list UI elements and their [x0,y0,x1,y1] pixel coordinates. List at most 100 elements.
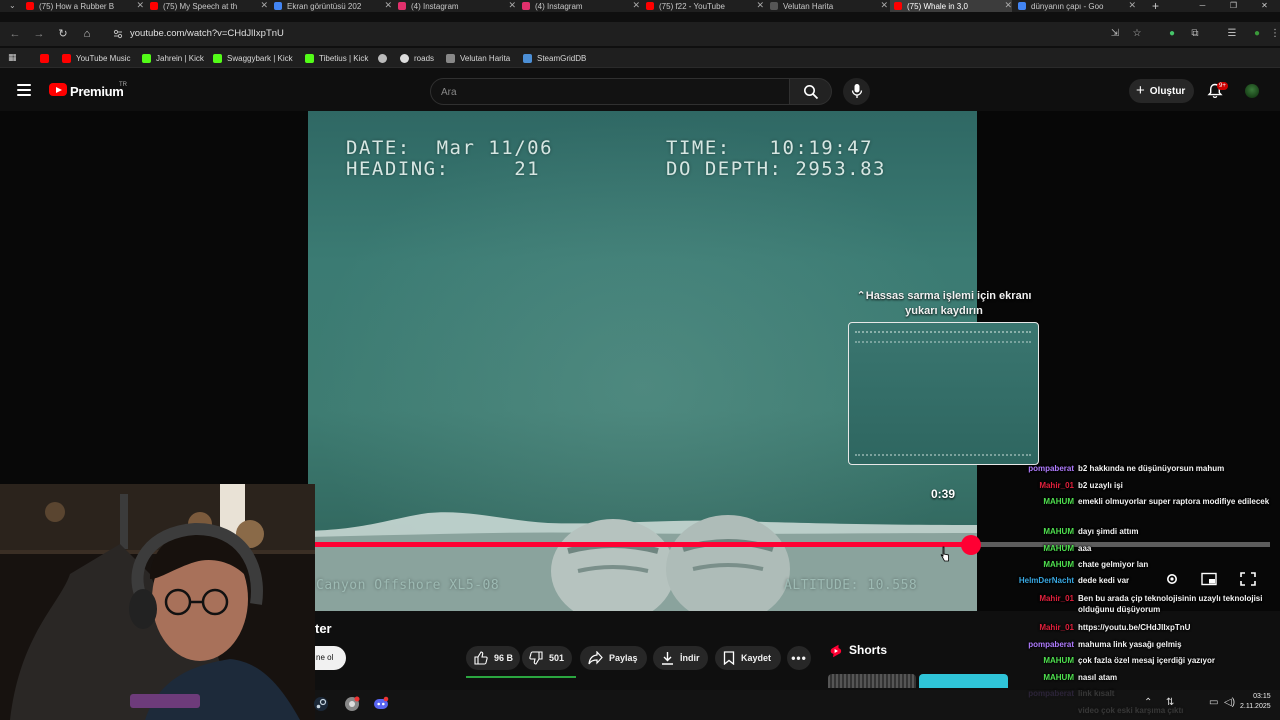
browser-tab[interactable]: dünyanın çapı - Goo ✕ [1014,0,1136,12]
chrome-icon[interactable] [344,696,360,712]
browser-tab[interactable]: (75) Whale in 3,0 ✕ [890,0,1012,12]
subscribe-button[interactable]: ne ol [314,646,346,670]
close-tab-icon[interactable]: ✕ [384,0,392,11]
bookmark-label: SteamGridDB [537,53,587,63]
thumbs-down-icon [529,651,543,665]
tab-title: (75) How a Rubber B [39,1,115,11]
clock-date: 2.11.2025 [1240,703,1271,710]
save-button[interactable]: Kaydet [715,646,781,670]
browser-tab[interactable]: (4) Instagram ✕ [518,0,640,12]
close-tab-icon[interactable]: ✕ [756,0,764,11]
close-tab-icon[interactable]: ✕ [136,0,144,11]
minimize-window-button[interactable]: ─ [1187,0,1218,12]
reading-list-icon[interactable]: ☰ [1225,27,1239,41]
profile-avatar-icon[interactable]: ● [1250,27,1264,41]
reload-button[interactable]: ↻ [56,27,70,41]
browser-tab[interactable]: (75) f22 - YouTube ✕ [642,0,764,12]
share-button[interactable]: Paylaş [580,646,647,670]
bookmark-item[interactable]: roads [400,52,434,64]
chat-message: Mahir_01 Ben bu arada çip teknolojisinin … [1004,593,1280,614]
chat-message: MAHUM nasıl atam [1004,672,1280,683]
share-arrow-icon [588,651,603,665]
extensions-puzzle-icon[interactable]: ⧉ [1188,27,1202,41]
apps-grid-icon[interactable]: ▦ [8,52,17,63]
bookmark-star-icon[interactable]: ☆ [1130,27,1144,41]
tab-title: Velutan Harita [783,1,834,11]
preview-osd-footer [855,454,1031,457]
short-thumbnail[interactable] [828,674,916,688]
bookmark-item[interactable]: Velutan Harita [446,52,510,64]
clock-time: 03:15 [1253,693,1271,700]
browser-tab[interactable]: Velutan Harita ✕ [766,0,888,12]
voice-search-button[interactable] [843,78,870,105]
thumbs-up-icon [474,651,488,665]
site-info-icon[interactable] [113,29,123,39]
extension-icon[interactable]: ● [1165,27,1179,41]
streamer-webcam [0,484,315,720]
steam-icon[interactable] [313,696,329,712]
chat-text: b2 uzaylı işi [1078,481,1123,490]
like-button[interactable]: 96 B [466,646,520,670]
new-tab-button[interactable]: + [1152,0,1159,12]
dislike-button[interactable]: 501 [522,646,572,670]
chat-text: çok fazla özel mesaj içerdiği yazıyor [1078,656,1215,665]
display-icon[interactable]: ▭ [1209,697,1218,708]
close-tab-icon[interactable]: ✕ [632,0,640,11]
close-tab-icon[interactable]: ✕ [1004,0,1012,11]
bookmark-item[interactable]: Swaggybark | Kick [213,52,293,64]
create-button[interactable]: + Oluştur [1129,79,1194,103]
shorts-heading: Shorts [849,643,888,657]
install-app-icon[interactable]: ⇲ [1108,27,1122,41]
chat-message: MAHUM emekli olmuyorlar super raptora mod… [1004,496,1280,507]
close-tab-icon[interactable]: ✕ [508,0,516,11]
chat-message: MAHUM chate gelmiyor lan [1004,559,1280,570]
chat-username: MAHUM [1043,544,1074,553]
back-button[interactable]: ← [8,27,22,41]
close-window-button[interactable]: ✕ [1249,0,1280,12]
chevron-up-tray-icon[interactable]: ⌃ [1144,697,1152,708]
browser-tab[interactable]: Ekran görüntüsü 202 ✕ [270,0,392,12]
bookmark-item[interactable]: YouTube Music [62,52,131,64]
network-icon[interactable]: ⇅ [1166,697,1174,708]
chat-username: Mahir_01 [1039,481,1074,490]
search-button[interactable] [790,78,832,105]
chat-message: MAHUM aaa [1004,543,1280,554]
short-thumbnail[interactable] [919,674,1008,688]
browser-tab[interactable]: (75) How a Rubber B ✕ [22,0,144,12]
download-button[interactable]: İndir [653,646,708,670]
progress-scrubber-handle[interactable] [961,535,981,555]
browser-menu-icon[interactable]: ⋮ [1268,27,1280,41]
more-actions-button[interactable]: ••• [787,646,811,670]
download-icon [662,652,673,665]
address-bar[interactable]: youtube.com/watch?v=CHdJlIxpTnU [104,23,1164,45]
tab-title: (75) Whale in 3,0 [907,1,968,11]
hamburger-menu-icon[interactable] [17,84,31,96]
volume-icon[interactable]: ◁) [1224,697,1235,708]
maximize-window-button[interactable]: ❐ [1218,0,1249,12]
system-clock[interactable]: 03:15 2.11.2025 [1240,692,1271,712]
bookmark-item[interactable]: Tibetius | Kick [305,52,368,64]
youtube-logo-icon[interactable] [49,83,67,96]
bookmark-item[interactable]: Jahrein | Kick [142,52,204,64]
account-avatar[interactable] [1245,84,1259,98]
instagram-icon [398,2,406,10]
bookmark-item[interactable] [378,52,392,64]
more-horizontal-icon: ••• [791,651,807,665]
home-button[interactable]: ⌂ [80,27,94,41]
close-tab-icon[interactable]: ✕ [1128,0,1136,11]
chat-username: pompaberat [1028,640,1074,649]
discord-icon[interactable] [373,696,389,712]
search-input[interactable] [441,85,771,99]
browser-tab[interactable]: (4) Instagram ✕ [394,0,516,12]
close-tab-icon[interactable]: ✕ [880,0,888,11]
search-icon [804,85,819,100]
youtube-premium-brand[interactable]: Premium [70,84,124,99]
forward-button[interactable]: → [32,27,46,41]
tab-search-icon[interactable]: ⌄ [9,1,16,10]
bookmark-item[interactable] [40,52,54,64]
browser-tab-strip: ⌄ (75) How a Rubber B ✕ (75) My Speech at … [0,0,1280,12]
close-tab-icon[interactable]: ✕ [260,0,268,11]
chat-username: MAHUM [1043,656,1074,665]
browser-tab[interactable]: (75) My Speech at th ✕ [146,0,268,12]
bookmark-item[interactable]: SteamGridDB [523,52,586,64]
